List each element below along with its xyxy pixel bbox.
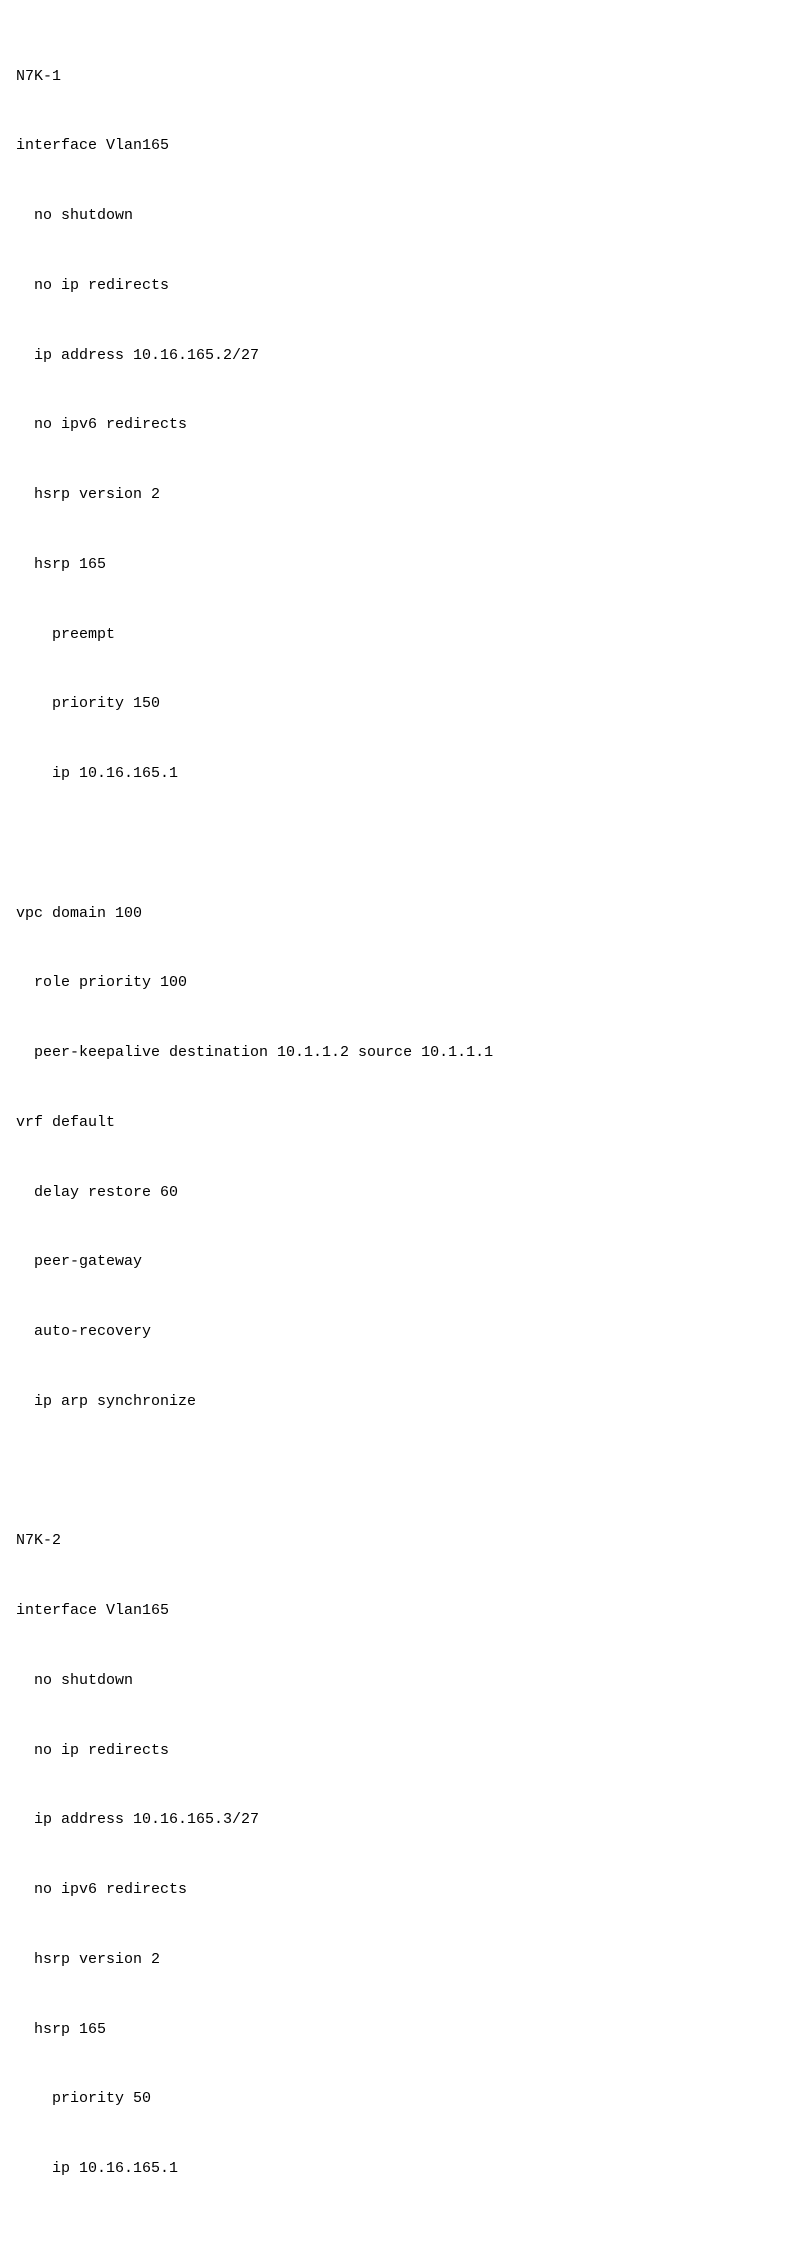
n7k2-line-3: no ipv6 redirects bbox=[16, 1878, 796, 1901]
n7k1-line-2: ip address 10.16.165.2/27 bbox=[16, 344, 796, 367]
blank-2 bbox=[16, 1460, 796, 1483]
n7k1-line-4: hsrp version 2 bbox=[16, 483, 796, 506]
n7k1-line-8: ip 10.16.165.1 bbox=[16, 762, 796, 785]
blank-1 bbox=[16, 832, 796, 855]
vpc1-line-6: ip arp synchronize bbox=[16, 1390, 796, 1413]
n7k2-interface: interface Vlan165 bbox=[16, 1599, 796, 1622]
n7k2-line-0: no shutdown bbox=[16, 1669, 796, 1692]
config-block: N7K-1 interface Vlan165 no shutdown no i… bbox=[16, 18, 796, 2260]
n7k2-line-5: hsrp 165 bbox=[16, 2018, 796, 2041]
n7k2-line-4: hsrp version 2 bbox=[16, 1948, 796, 1971]
n7k1-interface: interface Vlan165 bbox=[16, 134, 796, 157]
n7k2-header: N7K-2 bbox=[16, 1529, 796, 1552]
n7k1-line-6: preempt bbox=[16, 623, 796, 646]
vpc1-line-4: peer-gateway bbox=[16, 1250, 796, 1273]
n7k1-line-5: hsrp 165 bbox=[16, 553, 796, 576]
vpc1-line-2: vrf default bbox=[16, 1111, 796, 1134]
n7k2-line-1: no ip redirects bbox=[16, 1739, 796, 1762]
vpc1-header: vpc domain 100 bbox=[16, 902, 796, 925]
n7k2-line-7: ip 10.16.165.1 bbox=[16, 2157, 796, 2180]
n7k1-line-3: no ipv6 redirects bbox=[16, 413, 796, 436]
n7k1-line-7: priority 150 bbox=[16, 692, 796, 715]
n7k1-header: N7K-1 bbox=[16, 65, 796, 88]
n7k1-line-1: no ip redirects bbox=[16, 274, 796, 297]
vpc1-line-1: peer-keepalive destination 10.1.1.2 sour… bbox=[16, 1041, 796, 1064]
n7k2-line-6: priority 50 bbox=[16, 2087, 796, 2110]
blank-3 bbox=[16, 2227, 796, 2250]
vpc1-line-3: delay restore 60 bbox=[16, 1181, 796, 1204]
vpc1-line-5: auto-recovery bbox=[16, 1320, 796, 1343]
n7k2-line-2: ip address 10.16.165.3/27 bbox=[16, 1808, 796, 1831]
vpc1-line-0: role priority 100 bbox=[16, 971, 796, 994]
n7k1-line-0: no shutdown bbox=[16, 204, 796, 227]
